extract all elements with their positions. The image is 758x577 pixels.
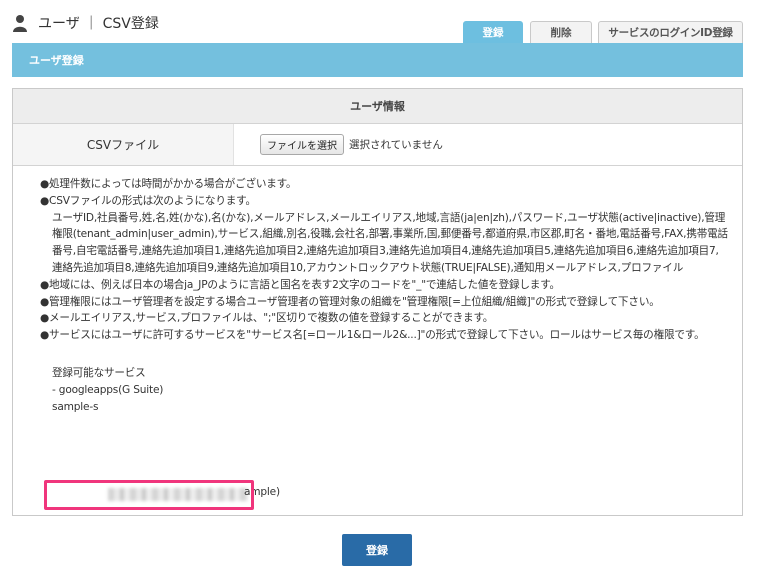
tab-delete[interactable]: 削除 [530, 21, 592, 43]
note-region: ●地域には、例えば日本の場合ja_JPのように言語と国名を表す2文字のコードを"… [40, 278, 560, 291]
note-service-role: ●サービスにはユーザに許可するサービスを"サービス名[=ロール1&ロール2&..… [40, 329, 705, 342]
notes-section: ●処理件数によっては時間がかかる場合がございます。 ●CSVファイルの形式は次の… [13, 166, 742, 415]
user-icon [13, 15, 27, 32]
file-status-text: 選択されていません [349, 139, 443, 151]
services-heading: 登録可能なサービス [52, 366, 146, 379]
note-processing-time: ●処理件数によっては時間がかかる場合がございます。 [40, 178, 297, 190]
page-header: ユーザ ｜ CSV登録 登録 削除 サービスのログインID登録 [0, 0, 758, 48]
csv-file-field: ファイルを選択 選択されていません [234, 124, 742, 165]
service-list: 登録可能なサービス - googleapps(G Suite) sample-s [52, 365, 728, 415]
user-info-panel: ユーザ情報 CSVファイル ファイルを選択 選択されていません ●処理件数によっ… [12, 88, 743, 516]
note-multiple-values: ●メールエイリアス,サービス,プロファイルは、";"区切りで複数の値を登録するこ… [40, 312, 494, 325]
service-item-googleapps: - googleapps(G Suite) [52, 383, 164, 396]
panel-title: ユーザ情報 [13, 89, 742, 124]
note-csv-format-detail: ユーザID,社員番号,姓,名,姓(かな),名(かな),メールアドレス,メールエイ… [52, 211, 728, 274]
page-title: ユーザ ｜ CSV登録 [38, 16, 159, 32]
note-csv-format: ●CSVファイルの形式は次のようになります。 [40, 194, 256, 207]
register-button[interactable]: 登録 [342, 534, 412, 566]
tab-service-login-id[interactable]: サービスのログインID登録 [598, 21, 743, 43]
choose-file-button[interactable]: ファイルを選択 [260, 134, 344, 155]
note-admin-permission: ●管理権限にはユーザ管理者を設定する場合ユーザ管理者の管理対象の組織を"管理権限… [40, 295, 660, 308]
highlight-box [44, 480, 254, 510]
tab-register[interactable]: 登録 [463, 21, 523, 43]
section-title-bar: ユーザ登録 [12, 43, 743, 77]
csv-file-label: CSVファイル [13, 124, 234, 165]
service-item-sample: sample-s [52, 400, 99, 413]
csv-file-row: CSVファイル ファイルを選択 選択されていません [13, 124, 742, 166]
